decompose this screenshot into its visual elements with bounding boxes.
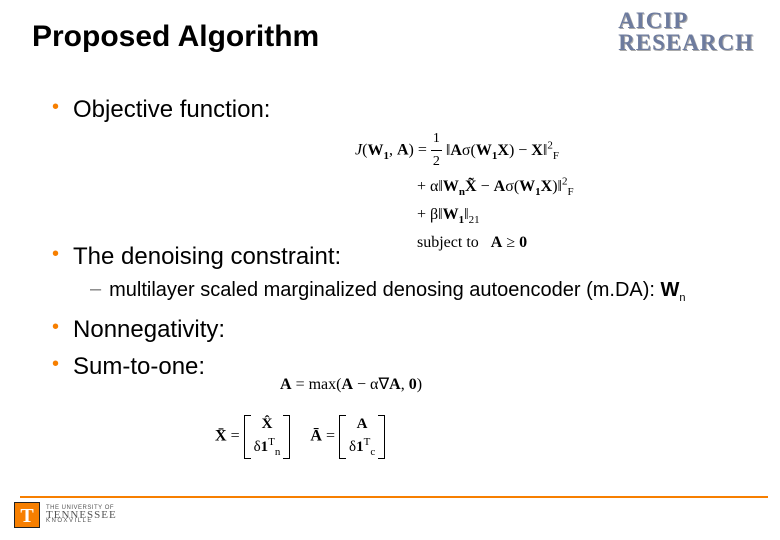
bullet-objective-text: Objective function: — [73, 94, 270, 125]
equation-objective: J(W1, A) = 1 2 ‖Aσ(W1X) − X‖2F + α‖WnX̃ … — [355, 128, 574, 255]
slide-title: Proposed Algorithm — [32, 10, 319, 54]
equation-sumtoone: X̄ = X̂ δ1Tn Ā = A δ1Tc — [215, 415, 385, 459]
eq-obj-term3: + β‖W1‖21 — [417, 206, 480, 223]
eq-obj-term1: ‖Aσ(W1X) − X‖2F — [446, 142, 559, 159]
frac-den: 2 — [431, 151, 442, 173]
logo-line-aicip: AICIP — [618, 10, 754, 32]
footer-divider — [20, 496, 768, 498]
bullet-sumtoone-text: Sum-to-one: — [73, 351, 205, 382]
bullet-dot-icon: • — [52, 351, 59, 377]
subbullet-mda-label: multilayer scaled marginalized denosing … — [109, 279, 660, 301]
eq-obj-lhs: J(W1, A) = — [355, 142, 431, 159]
bullet-objective: • Objective function: — [52, 94, 748, 125]
bullet-dot-icon: • — [52, 241, 59, 267]
subbullet-mda-text: multilayer scaled marginalized denosing … — [109, 278, 685, 306]
bullet-nonneg: • Nonnegativity: — [52, 314, 748, 345]
logo-line-research: RESEARCH — [618, 32, 754, 54]
bullet-dot-icon: • — [52, 314, 59, 340]
t-badge-icon: T — [14, 502, 40, 528]
equation-nonneg: A = max(A − α∇A, 0) — [280, 372, 422, 398]
eq-obj-term2: + α‖WnX̃ − Aσ(W1X)‖2F — [417, 178, 574, 195]
matrix-x: X̂ δ1Tn — [244, 415, 291, 459]
utk-logo: T THE UNIVERSITY OF TENNESSEE KNOXVILLE — [14, 502, 117, 528]
aicip-research-logo: AICIP RESEARCH — [618, 10, 760, 54]
var-w-sub: n — [679, 292, 685, 304]
var-w: W — [661, 279, 680, 301]
frac-num: 1 — [431, 128, 442, 151]
fraction-half: 1 2 — [431, 128, 442, 174]
bullet-denoising-text: The denoising constraint: — [73, 241, 341, 272]
slide-footer: T THE UNIVERSITY OF TENNESSEE KNOXVILLE — [0, 496, 780, 540]
dash-icon: – — [90, 278, 101, 301]
bullet-nonneg-text: Nonnegativity: — [73, 314, 225, 345]
subbullet-mda: – multilayer scaled marginalized denosin… — [90, 278, 748, 306]
matrix-a: A δ1Tc — [339, 415, 385, 459]
bullet-dot-icon: • — [52, 94, 59, 120]
eq-obj-constraint: subject to A ≥ 0 — [417, 234, 527, 251]
